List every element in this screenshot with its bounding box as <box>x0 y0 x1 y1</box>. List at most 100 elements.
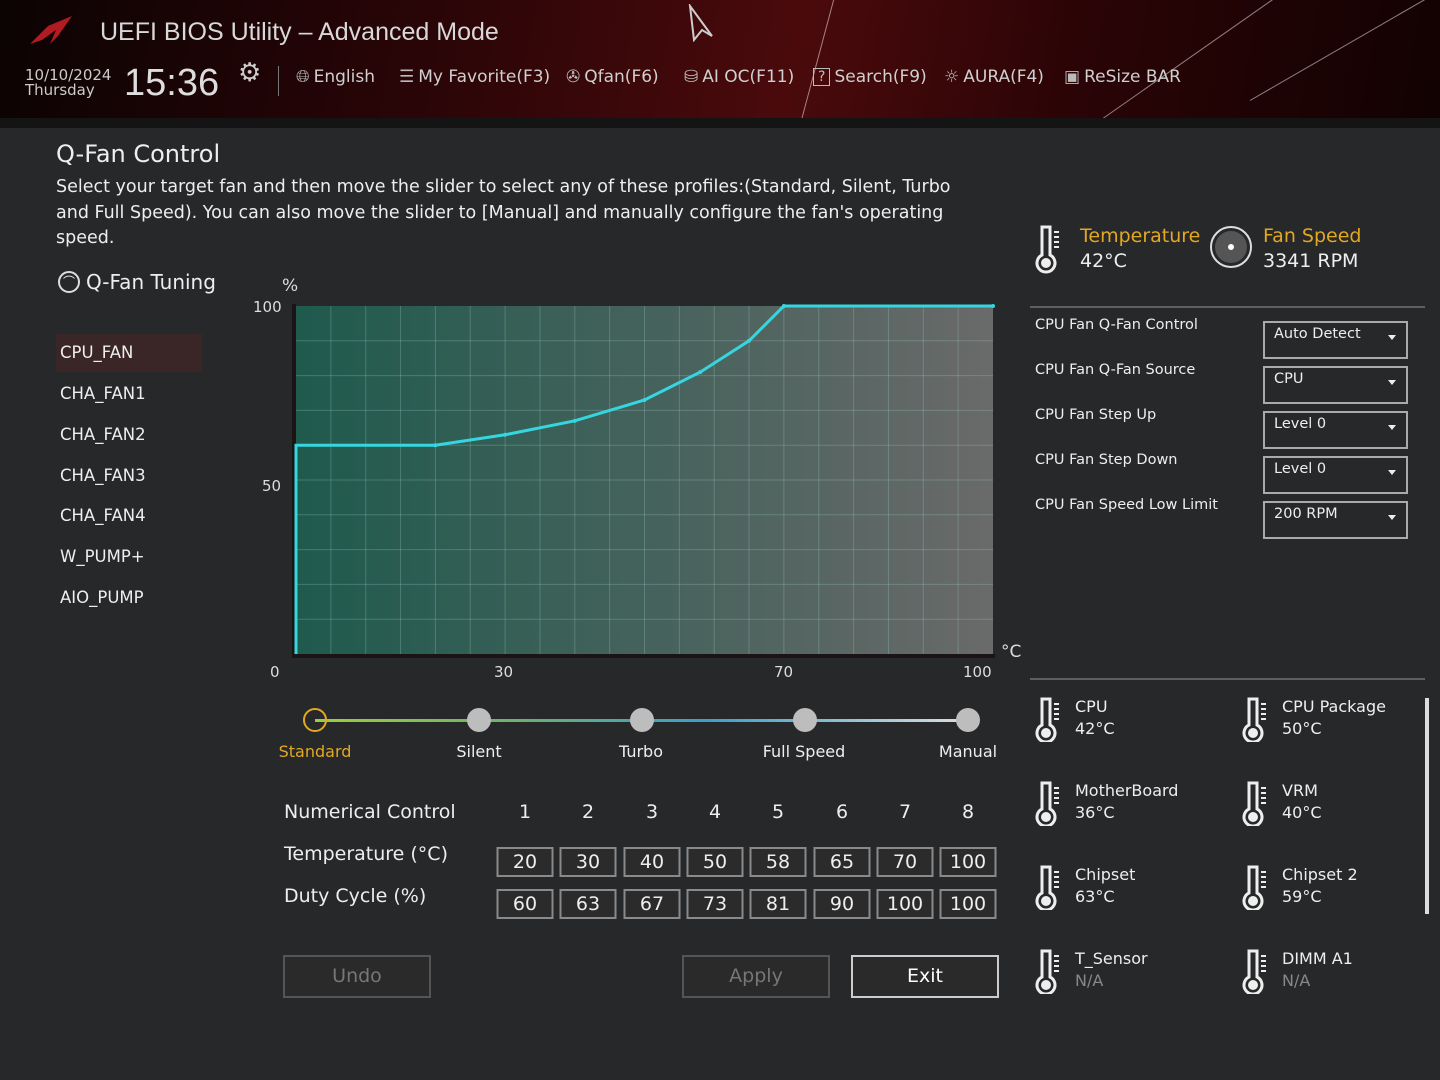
setting-label: CPU Fan Q-Fan Control <box>1035 317 1198 333</box>
chevron-down-icon <box>1388 515 1396 520</box>
profile-label-standard[interactable]: Standard <box>279 742 352 761</box>
settings-gear-icon[interactable]: ⚙ <box>238 58 261 88</box>
toolbar-english[interactable]: 🌐︎ English <box>296 67 375 87</box>
qfan-tuning-button[interactable]: ⌒ Q-Fan Tuning <box>58 270 216 294</box>
fan-speed-label: Fan Speed <box>1263 225 1362 247</box>
duty-input[interactable]: 100 <box>876 889 934 919</box>
page-description: Select your target fan and then move the… <box>56 177 951 248</box>
thermometer-icon <box>1242 781 1266 826</box>
duty-input[interactable]: 100 <box>939 889 997 919</box>
divider <box>1030 306 1425 308</box>
profile-knob-full-speed[interactable] <box>793 708 817 732</box>
profile-knob-turbo[interactable] <box>630 708 654 732</box>
point-number: 7 <box>898 801 912 823</box>
profile-label-full-speed[interactable]: Full Speed <box>763 742 846 761</box>
point-number: 1 <box>518 801 532 823</box>
profile-label-silent[interactable]: Silent <box>456 742 501 761</box>
temperature-label: Temperature <box>1080 225 1201 247</box>
curve-point[interactable] <box>642 397 647 402</box>
chevron-down-icon <box>1388 470 1396 475</box>
undo-button[interactable]: Undo <box>283 955 431 998</box>
toolbar-qfan[interactable]: ✇ Qfan(F6) <box>566 67 659 87</box>
sensor-item: Chipset 2 59°C <box>1240 864 1440 910</box>
toolbar-ai-oc[interactable]: ⛁ AI OC(F11) <box>684 67 794 87</box>
curve-point[interactable] <box>698 370 703 375</box>
fan-item-cha-fan4[interactable]: CHA_FAN4 <box>56 497 202 535</box>
curve-point[interactable] <box>747 338 752 343</box>
temperature-input[interactable]: 65 <box>813 847 871 877</box>
fan-item-aio-pump[interactable]: AIO_PUMP <box>56 579 202 617</box>
chevron-down-icon <box>1388 425 1396 430</box>
numerical-control-label: Numerical Control <box>284 801 456 823</box>
profile-knob-silent[interactable] <box>467 708 491 732</box>
profile-label-manual[interactable]: Manual <box>939 742 997 761</box>
temperature-input[interactable]: 100 <box>939 847 997 877</box>
setting-dropdown[interactable]: CPU <box>1263 366 1408 404</box>
setting-label: CPU Fan Speed Low Limit <box>1035 497 1218 513</box>
profile-label-turbo[interactable]: Turbo <box>619 742 663 761</box>
globe-icon: 🌐︎ <box>296 67 310 87</box>
duty-input[interactable]: 60 <box>496 889 554 919</box>
fan-curve-chart[interactable] <box>290 300 1000 662</box>
sensor-item: CPU Package 50°C <box>1240 696 1440 742</box>
curve-point[interactable] <box>991 304 995 308</box>
mouse-cursor-icon <box>688 4 713 42</box>
curve-point[interactable] <box>433 443 438 448</box>
thermometer-icon <box>1242 949 1266 994</box>
toolbar-resize-bar[interactable]: ▣ ReSize BAR <box>1064 67 1181 87</box>
toolbar-divider <box>278 66 279 96</box>
sensor-item: MotherBoard 36°C <box>1033 780 1233 826</box>
point-number: 6 <box>835 801 849 823</box>
curve-point[interactable] <box>781 304 786 308</box>
duty-input[interactable]: 67 <box>623 889 681 919</box>
setting-dropdown[interactable]: Level 0 <box>1263 411 1408 449</box>
fan-item-cha-fan1[interactable]: CHA_FAN1 <box>56 375 202 413</box>
y-tick-label: 100 <box>253 298 282 316</box>
fan-item-cha-fan3[interactable]: CHA_FAN3 <box>56 457 202 495</box>
page-title: Q-Fan Control <box>56 140 221 168</box>
temperature-input[interactable]: 70 <box>876 847 934 877</box>
duty-row-label: Duty Cycle (%) <box>284 885 427 907</box>
duty-input[interactable]: 73 <box>686 889 744 919</box>
setting-dropdown[interactable]: 200 RPM <box>1263 501 1408 539</box>
temperature-input[interactable]: 30 <box>559 847 617 877</box>
exit-button[interactable]: Exit <box>851 955 999 998</box>
toolbar-search[interactable]: ? Search(F9) <box>813 67 927 87</box>
thermometer-icon <box>1242 865 1266 910</box>
temperature-input[interactable]: 58 <box>749 847 807 877</box>
curve-point[interactable] <box>572 418 577 423</box>
ai-chip-icon: ⛁ <box>684 67 699 87</box>
temperature-input[interactable]: 50 <box>686 847 744 877</box>
setting-dropdown[interactable]: Level 0 <box>1263 456 1408 494</box>
thermometer-icon <box>1035 949 1059 994</box>
temperature-input[interactable]: 20 <box>496 847 554 877</box>
duty-input[interactable]: 63 <box>559 889 617 919</box>
fan-icon: ✇ <box>566 67 581 87</box>
profile-knob-manual[interactable] <box>956 708 980 732</box>
setting-label: CPU Fan Step Down <box>1035 452 1178 468</box>
curve-point[interactable] <box>503 432 508 437</box>
profile-knob-standard[interactable] <box>303 708 327 732</box>
setting-dropdown[interactable]: Auto Detect <box>1263 321 1408 359</box>
fan-item-w-pump[interactable]: W_PUMP+ <box>56 538 202 576</box>
fan-item-cpu-fan[interactable]: CPU_FAN <box>56 334 202 372</box>
sensor-item: T_Sensor N/A <box>1033 948 1233 994</box>
toolbar-aura[interactable]: ☼ AURA(F4) <box>944 67 1044 87</box>
fan-item-cha-fan2[interactable]: CHA_FAN2 <box>56 416 202 454</box>
sensor-item: CPU 42°C <box>1033 696 1233 742</box>
x-tick-label: 70 <box>774 663 794 681</box>
toolbar-my-favorite[interactable]: ☰ My Favorite(F3) <box>399 67 550 87</box>
aura-light-icon: ☼ <box>944 67 960 87</box>
point-number: 5 <box>771 801 785 823</box>
temperature-input[interactable]: 40 <box>623 847 681 877</box>
time-display[interactable]: 15:36 <box>124 62 219 105</box>
duty-input[interactable]: 81 <box>749 889 807 919</box>
sensor-scrollbar[interactable] <box>1425 698 1429 914</box>
chevron-down-icon <box>1388 380 1396 385</box>
thermometer-icon <box>1035 781 1059 826</box>
setting-label: CPU Fan Step Up <box>1035 407 1157 423</box>
duty-input[interactable]: 90 <box>813 889 871 919</box>
apply-button[interactable]: Apply <box>682 955 830 998</box>
thermometer-icon <box>1035 865 1059 910</box>
gauge-icon: ⌒ <box>58 271 80 293</box>
